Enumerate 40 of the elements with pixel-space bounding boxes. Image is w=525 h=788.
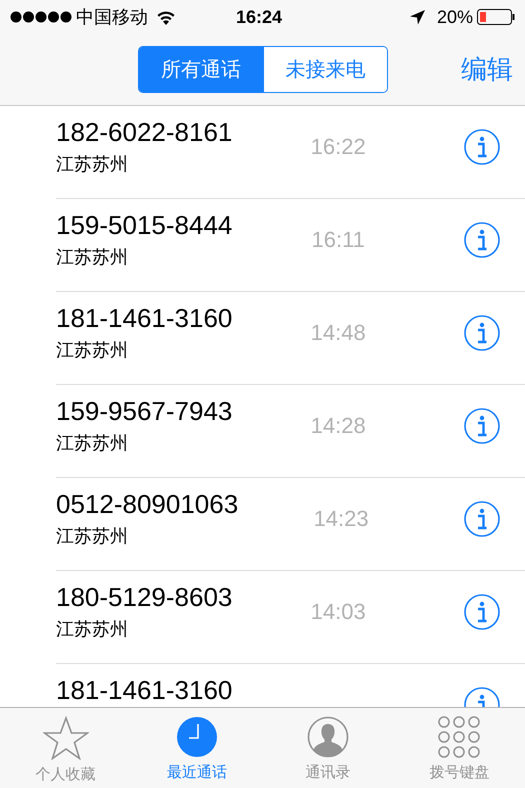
location-label: 江苏苏州 [56, 618, 129, 640]
call-time: 14:03 [310, 599, 366, 625]
call-time: 14:28 [310, 413, 366, 439]
clock-time: 16:24 [236, 6, 282, 28]
tab-bar-item[interactable]: 最近通话 [131, 708, 262, 788]
wifi-icon [156, 10, 176, 24]
edit-button[interactable]: 编辑 [461, 50, 513, 89]
call-row[interactable]: 180-5129-8603 江苏苏州 14:03 [56, 571, 525, 664]
phone-number: 159-9567-7943 [56, 396, 232, 426]
phone-number: 181-1461-3160 [56, 675, 232, 705]
phone-number: 0512-80901063 [56, 489, 238, 519]
person-icon [307, 716, 350, 758]
location-arrow-icon [410, 10, 425, 24]
location-label: 江苏苏州 [56, 153, 129, 175]
call-time: 14:23 [314, 506, 369, 532]
call-row[interactable]: 159-5015-8444 江苏苏州 16:11 [56, 199, 525, 292]
phone-number: 181-1461-3160 [56, 303, 232, 333]
call-row[interactable]: 182-6022-8161 江苏苏州 16:22 [56, 106, 525, 199]
signal-icon [10, 11, 72, 23]
call-row[interactable]: 181-1461-3160 江苏苏州 14:48 [56, 292, 525, 385]
location-label: 江苏苏州 [56, 246, 129, 268]
keypad-icon [438, 716, 480, 758]
call-time: 16:11 [311, 227, 365, 253]
carrier-name: 中国移动 [76, 6, 148, 28]
call-time: 16:22 [310, 134, 366, 160]
segment-tab[interactable]: 所有通话 [139, 47, 263, 92]
phone-number: 182-6022-8161 [56, 117, 232, 147]
clock-icon [176, 716, 218, 758]
battery-percent: 20% [436, 6, 473, 28]
call-row[interactable]: 0512-80901063 江苏苏州 14:23 [56, 478, 525, 571]
call-row[interactable]: 159-9567-7943 江苏苏州 14:28 [56, 385, 525, 478]
battery-icon [477, 9, 515, 25]
location-label: 江苏苏州 [56, 339, 129, 361]
phone-number: 159-5015-8444 [56, 210, 232, 240]
star-icon [42, 716, 89, 760]
call-time: 14:48 [310, 320, 366, 346]
location-label: 江苏苏州 [56, 525, 129, 547]
phone-number: 180-5129-8603 [56, 582, 232, 612]
location-label: 江苏苏州 [56, 432, 129, 454]
segment-tab[interactable]: 未接来电 [263, 47, 387, 92]
